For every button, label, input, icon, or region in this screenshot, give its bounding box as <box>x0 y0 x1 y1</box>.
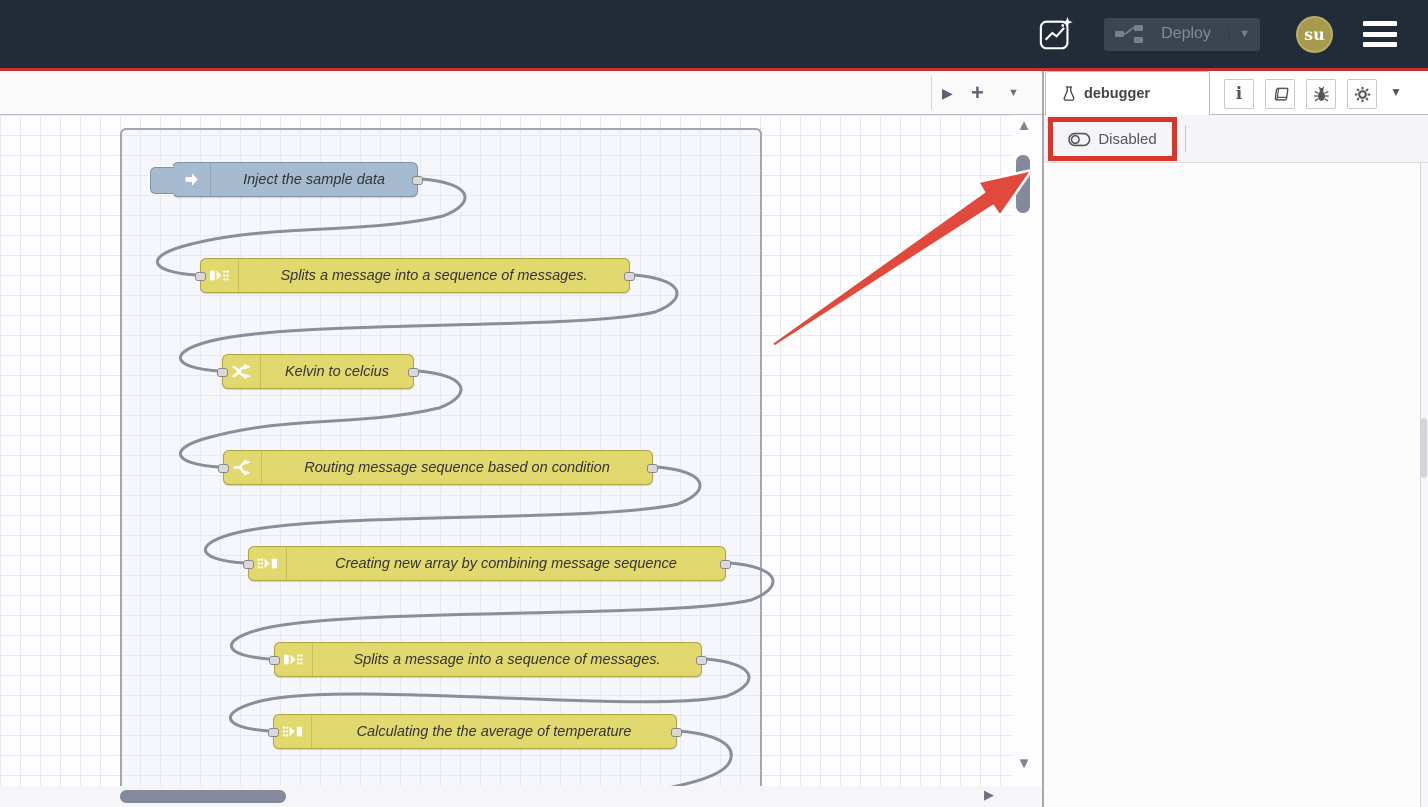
book-icon <box>1272 86 1289 103</box>
output-port[interactable] <box>408 368 419 377</box>
flow-canvas[interactable]: Inject the sample data Splits a message i… <box>0 115 1042 807</box>
node-label: Kelvin to celcius <box>261 355 413 388</box>
help-tab-button[interactable] <box>1265 79 1295 109</box>
canvas-horizontal-scrollbar[interactable]: ▶ <box>0 786 1042 807</box>
sidebar-collapse-caret[interactable]: ▼ <box>1390 85 1402 99</box>
workspace-column: ▶ + ▼ Inject the sample data Splits a mes… <box>0 71 1042 807</box>
canvas-horizontal-scrollbar-thumb[interactable] <box>120 790 286 803</box>
canvas-vertical-scrollbar-thumb[interactable] <box>1016 155 1030 213</box>
flow-node-join[interactable]: Creating new array by combining message … <box>248 546 726 581</box>
node-label: Splits a message into a sequence of mess… <box>239 259 629 292</box>
canvas-scroll-down-button[interactable]: ▼ <box>1014 755 1034 772</box>
flow-node-split[interactable]: Splits a message into a sequence of mess… <box>274 642 702 677</box>
join-node-icon <box>274 715 312 748</box>
gear-icon <box>1354 86 1371 103</box>
split-node-icon <box>201 259 239 292</box>
flow-node-split[interactable]: Splits a message into a sequence of mess… <box>200 258 630 293</box>
node-label: Routing message sequence based on condit… <box>262 451 652 484</box>
flow-tab-strip: ▶ + ▼ <box>0 71 1042 115</box>
toggle-off-icon <box>1068 132 1091 147</box>
input-port[interactable] <box>217 368 228 377</box>
annotation-highlight-box: Disabled <box>1048 117 1177 161</box>
output-port[interactable] <box>720 560 731 569</box>
scroll-tabs-right-button[interactable]: ▶ <box>942 71 953 115</box>
input-port[interactable] <box>218 464 229 473</box>
debug-toggle-label: Disabled <box>1098 131 1156 148</box>
node-label: Creating new array by combining message … <box>287 547 725 580</box>
bug-icon <box>1313 86 1330 103</box>
flow-node-inject[interactable]: Inject the sample data <box>172 162 418 197</box>
output-port[interactable] <box>696 656 707 665</box>
config-tab-button[interactable] <box>1347 79 1377 109</box>
debug-messages-panel[interactable] <box>1044 163 1428 807</box>
canvas-scroll-right-button[interactable]: ▶ <box>984 787 994 803</box>
flow-node-change[interactable]: Kelvin to celcius <box>222 354 414 389</box>
info-tab-button[interactable]: i <box>1224 79 1254 109</box>
switch-node-icon <box>224 451 262 484</box>
node-label: Splits a message into a sequence of mess… <box>313 643 701 676</box>
change-node-icon <box>223 355 261 388</box>
toolbar-separator <box>1185 125 1186 152</box>
debug-tab-button[interactable] <box>1306 79 1336 109</box>
join-node-icon <box>249 547 287 580</box>
canvas-scroll-up-button[interactable]: ▲ <box>1014 117 1034 134</box>
node-label: Inject the sample data <box>211 163 417 196</box>
sidebar: debugger i <box>1042 71 1428 807</box>
flow-assistant-icon[interactable] <box>1038 15 1076 53</box>
output-port[interactable] <box>647 464 658 473</box>
sidebar-header: debugger i <box>1044 71 1428 115</box>
output-port[interactable] <box>412 176 423 185</box>
input-port[interactable] <box>269 656 280 665</box>
header-bar: Deploy ▼ su <box>0 0 1428 68</box>
user-avatar[interactable]: su <box>1296 16 1333 53</box>
output-port[interactable] <box>671 728 682 737</box>
flow-node-switch[interactable]: Routing message sequence based on condit… <box>223 450 653 485</box>
debug-toolbar: Disabled <box>1044 115 1428 163</box>
flow-node-join[interactable]: Calculating the the average of temperatu… <box>273 714 677 749</box>
main-menu-icon[interactable] <box>1363 21 1397 47</box>
deploy-icon <box>1114 23 1144 45</box>
split-node-icon <box>275 643 313 676</box>
input-port[interactable] <box>243 560 254 569</box>
input-port[interactable] <box>268 728 279 737</box>
add-flow-button[interactable]: + <box>971 71 984 115</box>
deploy-options-caret[interactable]: ▼ <box>1228 28 1250 40</box>
debug-nodes-toggle-button[interactable]: Disabled <box>1068 131 1156 148</box>
node-red-editor: Deploy ▼ su ▶ + ▼ Inject the sample data… <box>0 0 1428 807</box>
tab-debugger[interactable]: debugger <box>1045 71 1210 115</box>
sidebar-scrollbar-track[interactable] <box>1420 163 1428 807</box>
inject-trigger-button[interactable] <box>150 167 174 194</box>
flow-list-button[interactable]: ▼ <box>1008 71 1019 115</box>
tab-debugger-label: debugger <box>1084 86 1150 102</box>
deploy-label: Deploy <box>1144 25 1228 43</box>
input-port[interactable] <box>195 272 206 281</box>
node-label: Calculating the the average of temperatu… <box>312 715 676 748</box>
inject-node-icon <box>173 163 211 196</box>
output-port[interactable] <box>624 272 635 281</box>
sidebar-scrollbar-thumb[interactable] <box>1421 418 1427 478</box>
tab-strip-separator <box>931 76 932 110</box>
flask-icon <box>1062 86 1076 102</box>
deploy-button[interactable]: Deploy ▼ <box>1104 18 1260 51</box>
